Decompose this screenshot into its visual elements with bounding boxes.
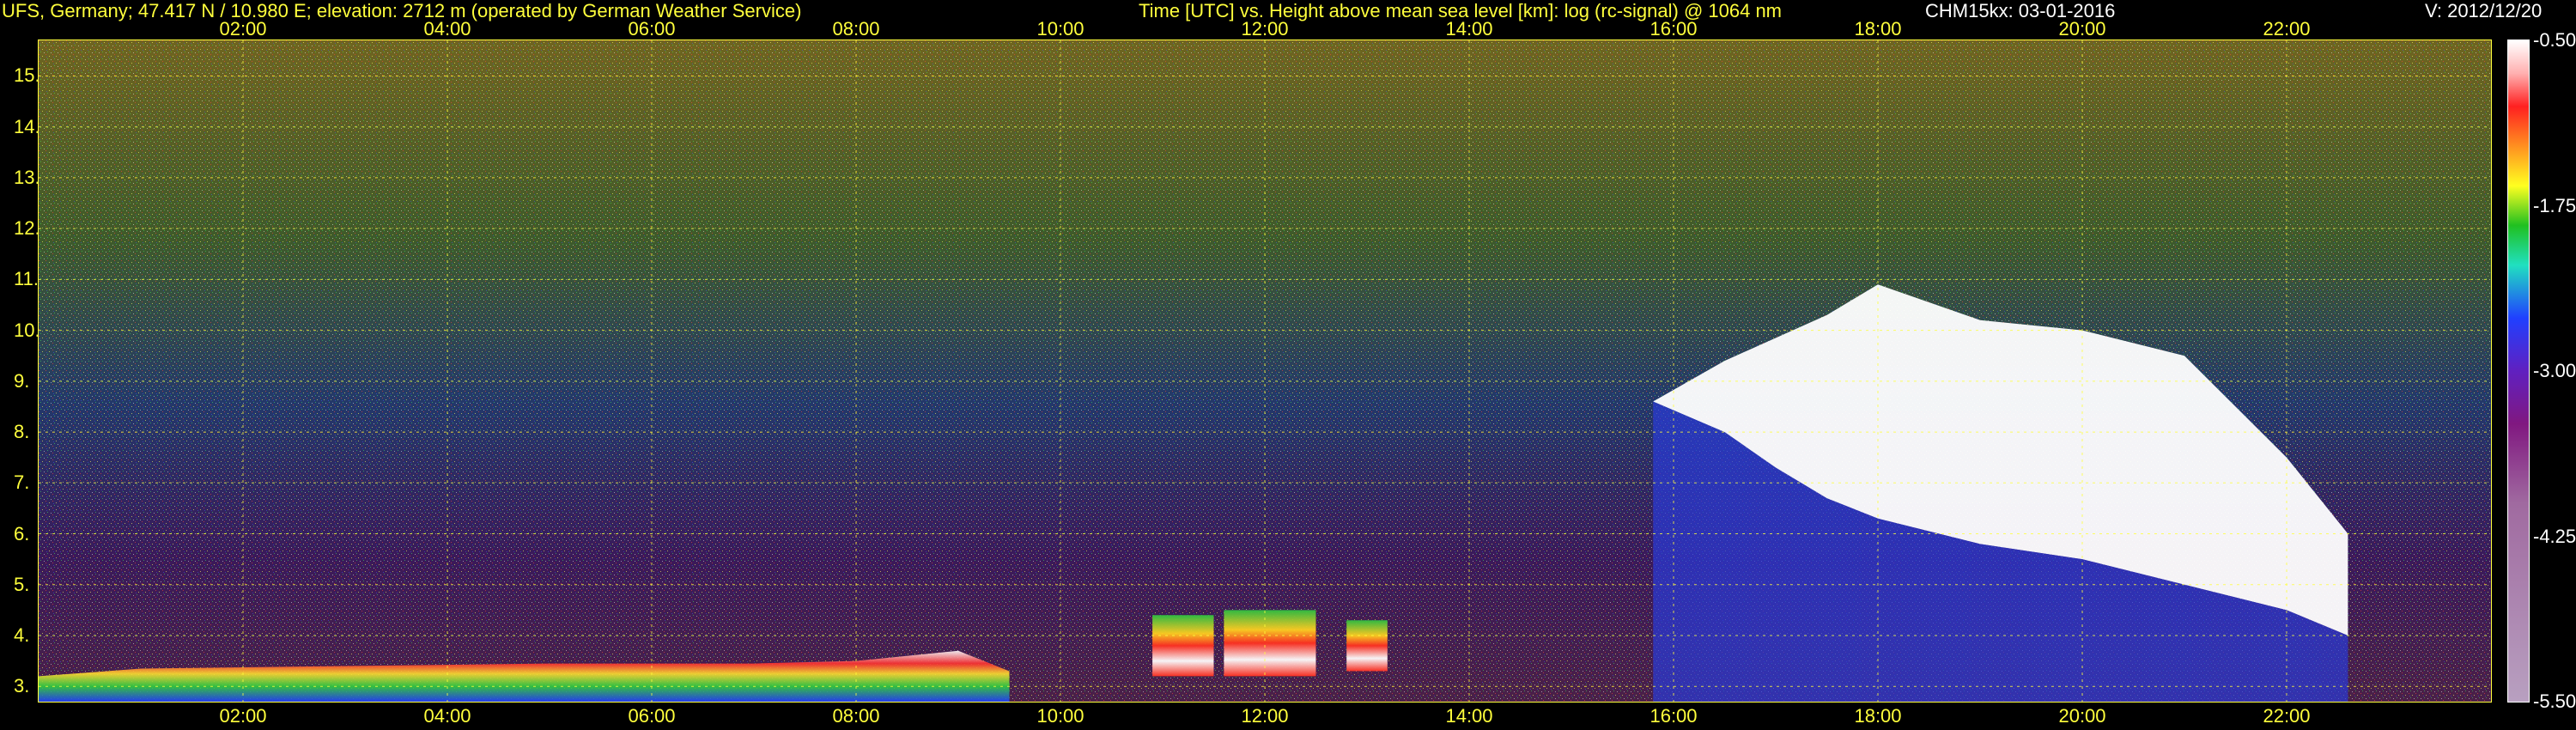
x-tick-label-bottom: 12:00	[1241, 705, 1289, 727]
low-cloud	[1346, 620, 1388, 672]
y-tick-label: 13.	[14, 166, 40, 188]
colorbar-gradient	[2508, 40, 2529, 702]
low-cloud	[1224, 610, 1316, 677]
x-tick-label-bottom: 04:00	[423, 705, 471, 727]
colorbar-tick-label: -4.25	[2533, 525, 2576, 547]
colorbar-tick-label: -1.75	[2533, 194, 2576, 216]
site-info: UFS, Germany; 47.417 N / 10.980 E; eleva…	[2, 0, 802, 21]
y-tick-label: 14.	[14, 115, 40, 137]
x-tick-label-top: 18:00	[1854, 18, 1902, 40]
colorbar-svg	[2508, 40, 2529, 702]
y-tick-label: 10.	[14, 319, 40, 341]
x-tick-label-bottom: 08:00	[832, 705, 880, 727]
y-tick-label: 7.	[14, 471, 30, 494]
colorbar	[2507, 40, 2530, 703]
x-tick-label-top: 10:00	[1036, 18, 1084, 40]
x-tick-label-top: 12:00	[1241, 18, 1289, 40]
y-tick-label: 8.	[14, 421, 30, 443]
x-tick-label-top: 08:00	[832, 18, 880, 40]
x-tick-label-bottom: 14:00	[1445, 705, 1493, 727]
y-tick-label: 4.	[14, 624, 30, 646]
y-tick-label: 3.	[14, 675, 30, 697]
version-label: V: 2012/12/20	[2425, 0, 2543, 21]
x-tick-label-bottom: 20:00	[2058, 705, 2106, 727]
y-tick-label: 12.	[14, 217, 40, 240]
ceilometer-heatmap	[38, 40, 2492, 703]
y-tick-label: 5.	[14, 573, 30, 595]
x-tick-label-bottom: 16:00	[1649, 705, 1698, 727]
x-tick-label-top: 02:00	[219, 18, 267, 40]
heatmap-svg	[39, 40, 2491, 702]
colorbar-tick-label: -5.50	[2533, 690, 2576, 712]
y-tick-label: 6.	[14, 522, 30, 544]
x-tick-label-top: 20:00	[2058, 18, 2106, 40]
x-tick-label-top: 14:00	[1445, 18, 1493, 40]
x-tick-label-top: 06:00	[628, 18, 676, 40]
x-tick-label-bottom: 10:00	[1036, 705, 1084, 727]
y-tick-label: 15.	[14, 64, 40, 87]
x-tick-label-bottom: 02:00	[219, 705, 267, 727]
x-tick-label-top: 04:00	[423, 18, 471, 40]
x-tick-label-bottom: 18:00	[1854, 705, 1902, 727]
colorbar-tick-label: -0.50	[2533, 29, 2576, 51]
low-cloud	[1152, 615, 1214, 677]
x-tick-label-top: 16:00	[1649, 18, 1698, 40]
colorbar-tick-label: -3.00	[2533, 360, 2576, 381]
x-tick-label-bottom: 06:00	[628, 705, 676, 727]
x-tick-label-top: 22:00	[2263, 18, 2311, 40]
x-tick-label-bottom: 22:00	[2263, 705, 2311, 727]
y-tick-label: 9.	[14, 369, 30, 392]
y-tick-label: 11.	[14, 268, 39, 290]
